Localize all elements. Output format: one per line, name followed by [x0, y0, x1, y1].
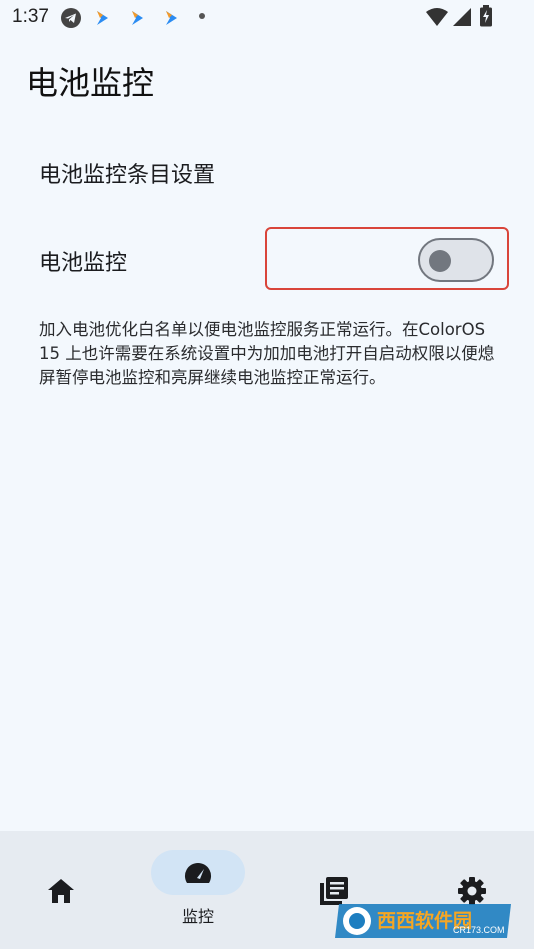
- home-icon: [48, 879, 74, 903]
- nav-item-home[interactable]: [1, 831, 121, 949]
- battery-charging-icon: [480, 5, 492, 27]
- status-time: 1:37: [12, 6, 49, 27]
- dot-icon: [199, 13, 205, 19]
- item-settings-label: 电池监控条目设置: [39, 163, 216, 188]
- battery-monitor-switch[interactable]: [418, 238, 494, 282]
- wifi-icon: [426, 8, 448, 26]
- status-bar: 1:37: [0, 0, 534, 36]
- app-arrow-icon: [132, 11, 143, 25]
- signal-icon: [453, 8, 471, 26]
- speedometer-icon: [184, 862, 212, 883]
- telegram-icon: [61, 8, 81, 28]
- nav-item-monitor[interactable]: 监控: [138, 831, 258, 949]
- battery-monitor-item-settings-row[interactable]: 电池监控条目设置: [0, 140, 534, 204]
- page-title: 电池监控: [26, 64, 155, 102]
- nav-label-monitor: 监控: [181, 907, 214, 926]
- app-arrow-icon: [166, 11, 177, 25]
- app-arrow-icon: [97, 11, 108, 25]
- site-watermark-logo: 西西软件园 CR173.COM: [335, 904, 511, 938]
- switch-thumb: [429, 250, 451, 272]
- battery-monitor-description: 加入电池优化白名单以便电池监控服务正常运行。在ColorOS 15 上也许需要在…: [39, 320, 495, 387]
- watermark-subtext: CR173.COM: [453, 925, 505, 935]
- battery-monitor-label: 电池监控: [39, 251, 128, 276]
